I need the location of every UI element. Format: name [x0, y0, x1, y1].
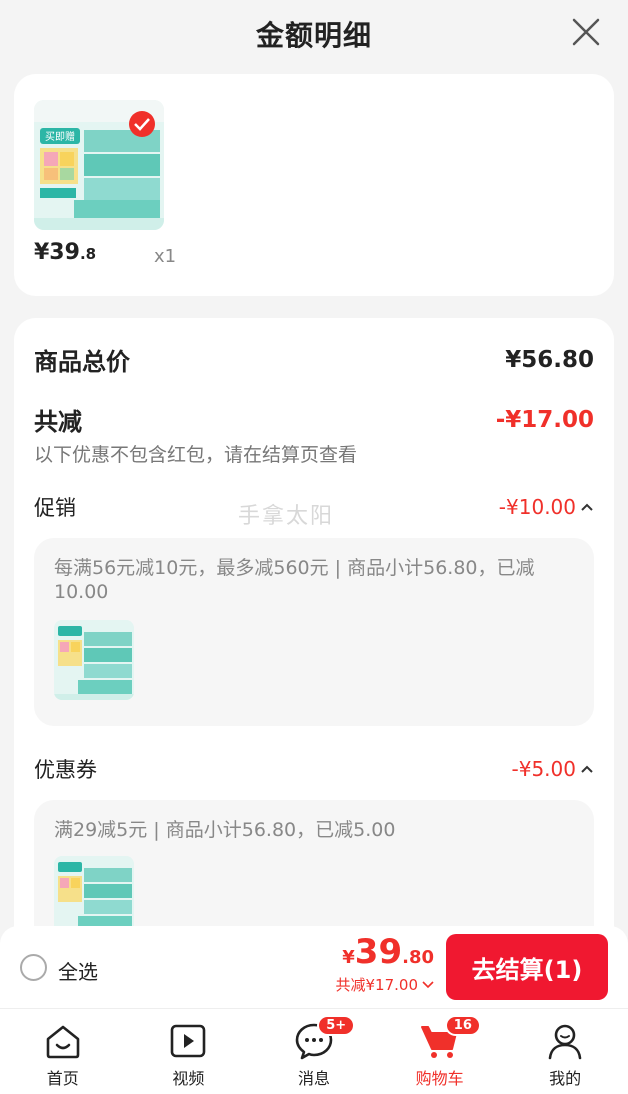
total-summary: ¥39.80 共减¥17.00 — [336, 932, 435, 995]
profile-icon — [548, 1024, 582, 1060]
thumb-label: 买即赠 — [45, 130, 75, 143]
product-image[interactable]: 买即赠 — [34, 100, 164, 230]
tab-label: 视频 — [172, 1069, 205, 1088]
tab-messages[interactable]: 5+ 消息 — [251, 1009, 377, 1094]
tab-label: 消息 — [297, 1069, 330, 1088]
video-icon — [171, 1024, 206, 1058]
product-card: 买即赠 ¥39.8 x1 — [14, 74, 614, 296]
total-price-symbol: ¥ — [342, 947, 355, 968]
discount-note: 以下优惠不包含红包，请在结算页查看 — [34, 444, 358, 466]
coupon-value-wrap: -¥5.00 — [512, 757, 594, 781]
promo-product-image — [54, 620, 134, 700]
select-all-radio[interactable] — [20, 954, 47, 981]
discount-value: -¥17.00 — [495, 406, 594, 433]
product-quantity: x1 — [154, 246, 177, 267]
close-button[interactable] — [570, 16, 602, 48]
bottom-tab-bar: 首页 视频 5+ 消息 16 购物车 我的 — [0, 1008, 628, 1094]
coupon-product-image — [54, 856, 134, 936]
promo-value: -¥10.00 — [498, 495, 576, 519]
page-title: 金额明细 — [255, 19, 372, 52]
total-value: ¥56.80 — [505, 346, 594, 373]
tab-label: 我的 — [549, 1069, 582, 1088]
product-price: ¥39.8 — [34, 240, 96, 265]
checkout-bar: 全选 ¥39.80 共减¥17.00 去结算(1) — [0, 926, 628, 1008]
tab-label: 购物车 — [415, 1069, 464, 1088]
product-price-int: ¥39 — [34, 240, 80, 265]
chevron-down-icon — [422, 980, 434, 988]
coupon-row[interactable]: 优惠券 -¥5.00 — [34, 754, 594, 784]
promo-row[interactable]: 促销 -¥10.00 — [34, 492, 594, 522]
promo-detail-box: 每满56元减10元，最多减560元 | 商品小计56.80，已减10.00 — [34, 538, 594, 726]
saved-text: 共减¥17.00 — [335, 976, 419, 994]
header: 金额明细 — [0, 0, 628, 68]
total-price-int: 39 — [354, 932, 403, 972]
select-all-label[interactable]: 全选 — [58, 956, 98, 985]
saved-amount[interactable]: 共减¥17.00 — [336, 974, 435, 995]
total-price: ¥39.80 — [336, 932, 434, 972]
promo-desc: 每满56元减10元，最多减560元 | 商品小计56.80，已减10.00 — [54, 557, 535, 603]
close-icon — [572, 18, 600, 46]
promo-label: 促销 — [34, 496, 76, 520]
cart-badge: 16 — [444, 1015, 481, 1036]
chevron-up-icon[interactable] — [580, 502, 594, 512]
discount-row: 共减 -¥17.00 — [34, 402, 594, 437]
promo-value-wrap: -¥10.00 — [499, 495, 594, 519]
checkout-button[interactable]: 去结算(1) — [446, 934, 608, 1000]
coupon-label: 优惠券 — [34, 758, 97, 782]
detail-card: 商品总价 ¥56.80 共减 -¥17.00 以下优惠不包含红包，请在结算页查看… — [14, 318, 614, 1018]
tab-label: 首页 — [46, 1069, 79, 1088]
message-badge: 5+ — [317, 1015, 356, 1036]
tab-home[interactable]: 首页 — [0, 1009, 126, 1094]
total-label: 商品总价 — [34, 348, 130, 376]
tab-cart[interactable]: 16 购物车 — [377, 1009, 503, 1094]
home-icon — [46, 1025, 80, 1059]
coupon-value: -¥5.00 — [511, 757, 576, 781]
total-row: 商品总价 ¥56.80 — [34, 342, 594, 377]
tab-profile[interactable]: 我的 — [502, 1009, 628, 1094]
product-price-dec: .8 — [79, 245, 97, 263]
coupon-desc: 满29减5元 | 商品小计56.80，已减5.00 — [54, 819, 396, 841]
chevron-up-icon[interactable] — [580, 764, 594, 774]
tab-video[interactable]: 视频 — [126, 1009, 252, 1094]
discount-label: 共减 — [34, 408, 82, 436]
total-price-dec: .80 — [402, 947, 434, 968]
